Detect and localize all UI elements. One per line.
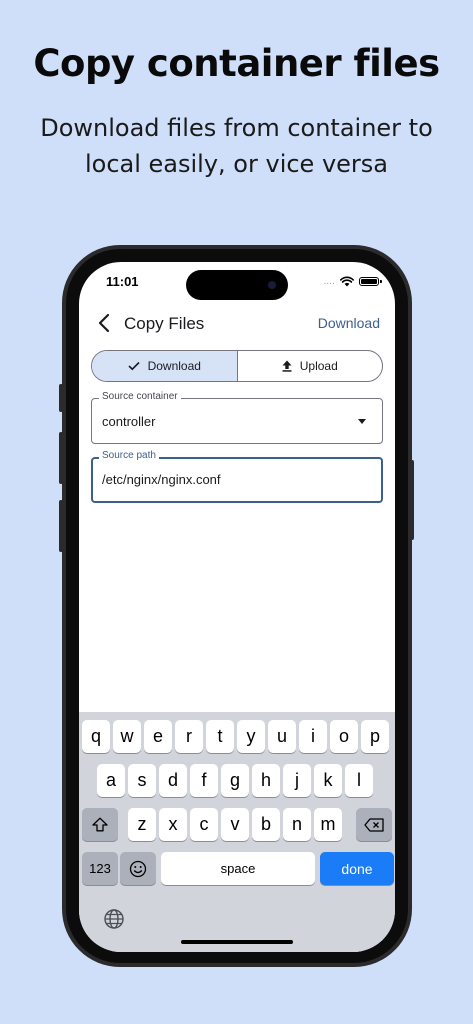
key-b[interactable]: b [252,808,280,841]
key-d[interactable]: d [159,764,187,797]
page-title: Copy Files [124,314,205,333]
key-g[interactable]: g [221,764,249,797]
backspace-icon [364,817,384,832]
key-p[interactable]: p [361,720,389,753]
status-time: 11:01 [106,274,139,289]
key-m[interactable]: m [314,808,342,841]
key-u[interactable]: u [268,720,296,753]
key-j[interactable]: j [283,764,311,797]
source-container-value: controller [102,414,156,429]
source-container-select[interactable]: Source container controller [91,391,383,444]
download-segment[interactable]: Download [92,351,238,381]
key-z[interactable]: z [128,808,156,841]
check-icon [128,361,140,371]
source-path-label: Source path [99,450,159,461]
backspace-key[interactable] [356,808,392,841]
action-button [59,384,63,412]
emoji-key[interactable] [120,852,156,885]
download-action-button[interactable]: Download [318,315,380,331]
key-n[interactable]: n [283,808,311,841]
on-screen-keyboard: q w e r t y u i o p a s d f g h j k l z … [79,712,395,952]
done-key[interactable]: done [320,852,394,885]
battery-icon [359,277,382,286]
key-w[interactable]: w [113,720,141,753]
key-s[interactable]: s [128,764,156,797]
source-path-value: /etc/nginx/nginx.conf [102,472,221,487]
key-t[interactable]: t [206,720,234,753]
key-x[interactable]: x [159,808,187,841]
status-icons: .... [323,276,382,287]
headline: Copy container files [33,42,440,85]
upload-segment-label: Upload [299,359,338,373]
app-bar: Copy Files Download [79,310,395,340]
globe-icon[interactable] [103,908,125,930]
key-a[interactable]: a [97,764,125,797]
upload-icon [282,360,292,372]
volume-down-button [59,500,63,552]
source-path-input[interactable]: Source path /etc/nginx/nginx.conf [91,450,383,503]
key-q[interactable]: q [82,720,110,753]
subline: Download files from container to local e… [40,114,433,178]
mode-toggle: Download Upload [91,350,383,382]
key-r[interactable]: r [175,720,203,753]
key-l[interactable]: l [345,764,373,797]
dropdown-arrow-icon [358,419,366,424]
upload-segment[interactable]: Upload [238,351,383,381]
key-y[interactable]: y [237,720,265,753]
power-button [410,460,414,540]
emoji-icon [129,860,147,877]
back-arrow-icon[interactable] [95,312,115,334]
space-key[interactable]: space [161,852,315,885]
key-o[interactable]: o [330,720,358,753]
signal-dots: .... [323,276,335,287]
dynamic-island [186,270,288,300]
key-h[interactable]: h [252,764,280,797]
key-i[interactable]: i [299,720,327,753]
key-e[interactable]: e [144,720,172,753]
wifi-icon [340,276,354,287]
shift-key[interactable] [82,808,118,841]
camera-icon [268,281,276,289]
key-v[interactable]: v [221,808,249,841]
shift-icon [92,817,108,832]
source-container-label: Source container [99,391,181,402]
home-indicator [181,940,293,944]
numbers-key[interactable]: 123 [82,852,118,885]
key-c[interactable]: c [190,808,218,841]
phone-screen: 11:01 .... Copy Files Download Download [79,262,395,952]
key-k[interactable]: k [314,764,342,797]
key-f[interactable]: f [190,764,218,797]
volume-up-button [59,432,63,484]
download-segment-label: Download [147,359,201,373]
